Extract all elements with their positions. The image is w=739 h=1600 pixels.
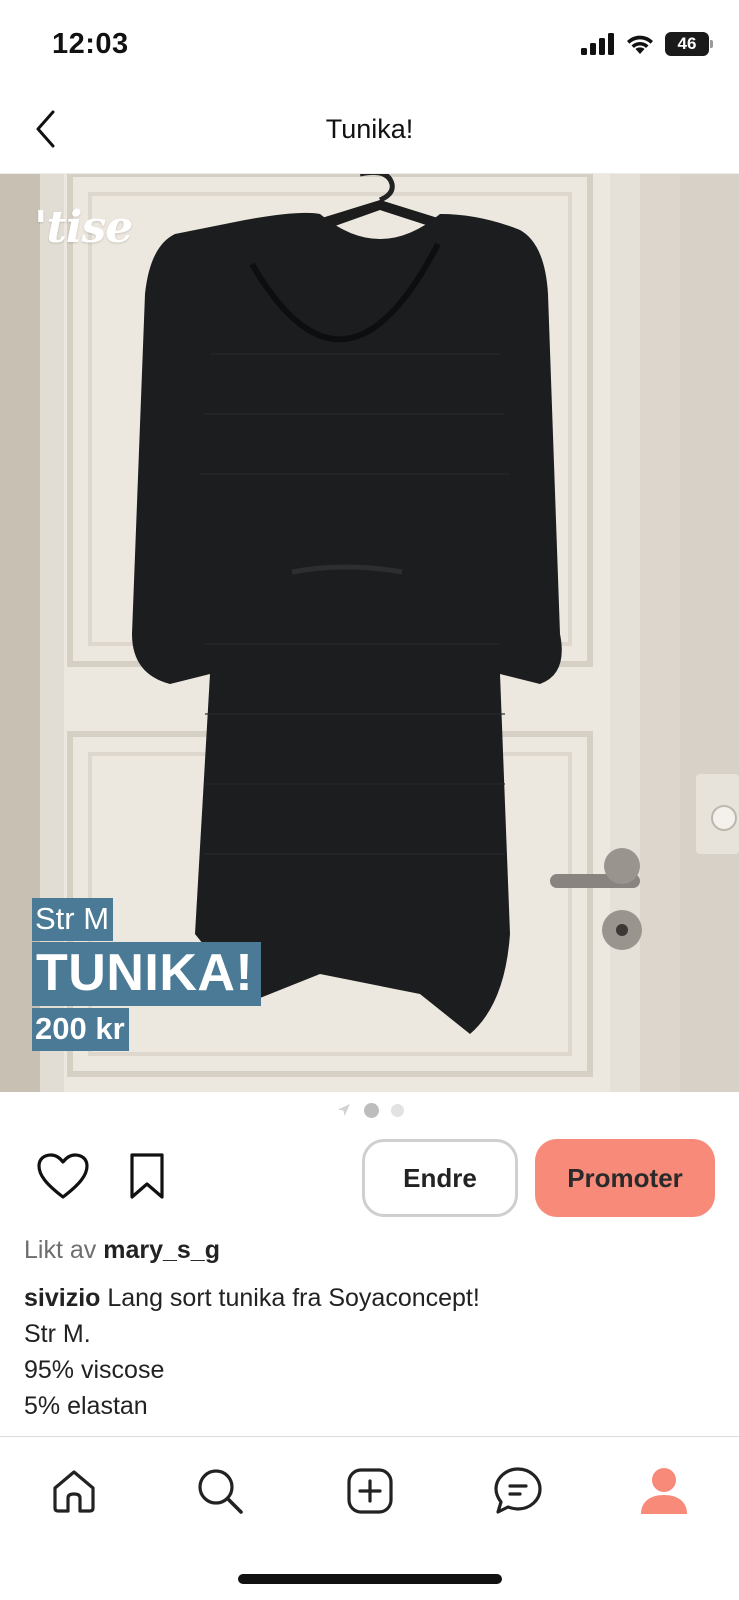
signal-icon [581,33,614,55]
pager-dot[interactable] [363,1102,379,1118]
save-button[interactable] [118,1147,176,1205]
search-icon [198,1469,243,1514]
liked-by-prefix: Likt av [24,1236,97,1264]
like-button[interactable] [34,1147,92,1205]
status-icons: 46 [581,32,713,56]
wifi-icon [627,35,653,54]
overlay-price: 200 kr [32,1008,129,1051]
tab-chat[interactable] [486,1459,550,1523]
profile-icon [641,1468,687,1514]
chat-icon [494,1467,542,1514]
overlay-size: Str M [32,898,114,941]
photo-pager [0,1100,739,1120]
promote-button[interactable]: Promoter [535,1139,715,1217]
heart-icon [37,1153,89,1199]
product-photo[interactable]: 'tise Str M TUNIKA! 200 kr [0,174,739,1092]
seller-name[interactable]: sivizio [24,1284,100,1312]
pager-dot[interactable] [390,1103,404,1117]
description-line: Lang sort tunika fra Soyaconcept! [107,1284,480,1312]
location-arrow-icon [337,1104,350,1116]
liked-by-user[interactable]: mary_s_g [103,1236,220,1264]
description-line: 95% viscose [24,1356,165,1384]
description-line: 5% elastan [24,1392,148,1420]
add-icon [347,1468,393,1514]
battery-icon: 46 [665,32,713,56]
bookmark-icon [130,1153,164,1199]
description: sivizio Lang sort tunika fra Soyaconcept… [24,1280,714,1424]
tab-profile[interactable] [632,1459,696,1523]
tab-search[interactable] [188,1459,252,1523]
tab-home[interactable] [42,1459,106,1523]
status-time: 12:03 [52,28,129,60]
edit-button[interactable]: Endre [362,1139,518,1217]
tise-logo: 'tise [34,202,133,253]
tab-bar [0,1436,739,1546]
nav-header: Tunika! [0,90,739,174]
actions-row: Endre Promoter [0,1137,739,1221]
overlay-title: TUNIKA! [32,942,262,1006]
description-line: Str M. [24,1320,91,1348]
liked-by: Likt av mary_s_g [24,1236,220,1265]
tab-add[interactable] [338,1459,402,1523]
battery-level: 46 [677,34,697,53]
page-title: Tunika! [325,114,414,144]
home-icon [53,1470,95,1513]
status-bar: 12:03 46 [0,0,739,90]
home-indicator [238,1574,502,1584]
